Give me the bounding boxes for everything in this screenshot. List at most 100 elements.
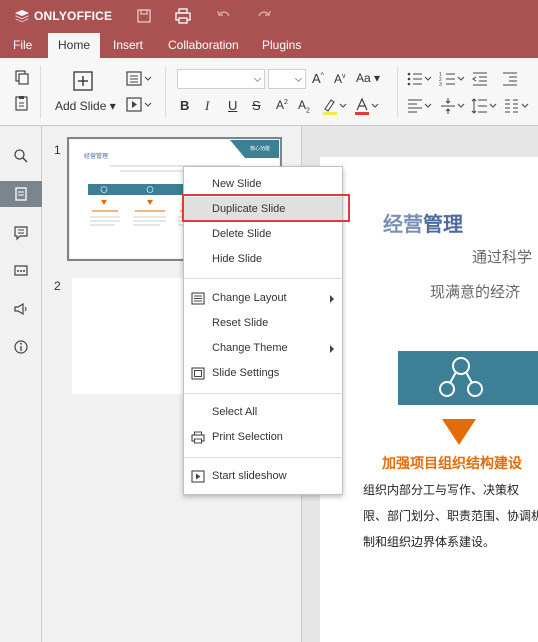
tab-file[interactable]: File — [3, 33, 42, 58]
line-spacing-icon[interactable] — [470, 96, 500, 116]
paste-icon[interactable] — [12, 94, 32, 114]
menu-item-label: Start slideshow — [212, 470, 287, 482]
font-size-combo[interactable] — [268, 69, 306, 89]
menu-item-label: Delete Slide — [212, 228, 272, 240]
print-icon[interactable] — [174, 7, 192, 25]
menu-item-change-theme[interactable]: Change Theme — [184, 336, 342, 361]
section-heading[interactable]: 加强项目组织结构建设 — [382, 453, 522, 473]
highlight-color-icon[interactable] — [320, 96, 350, 116]
subscript-icon[interactable]: A2 — [298, 98, 310, 114]
menu-item-label: Select All — [212, 406, 258, 418]
feedback-icon[interactable] — [0, 296, 42, 322]
app-logo: ONLYOFFICE — [14, 9, 112, 23]
font-name-combo[interactable] — [177, 69, 265, 89]
menu-separator — [184, 278, 342, 279]
vertical-align-icon[interactable] — [438, 96, 468, 116]
copy-icon[interactable] — [12, 68, 32, 88]
menu-item-label: Print Selection — [212, 431, 283, 443]
body-line-2[interactable]: 限、部门划分、职责范围、协调机 — [363, 507, 538, 524]
menu-item-reset-slide[interactable]: Reset Slide — [184, 311, 342, 336]
section-heading-blue: 组织结构建设 — [438, 456, 522, 472]
font-color-icon[interactable] — [352, 96, 382, 116]
org-structure-icon — [439, 357, 483, 397]
onlyoffice-logo-icon — [15, 10, 29, 23]
menu-item-label: Reset Slide — [212, 317, 269, 329]
menu-item-label: Hide Slide — [212, 253, 263, 265]
thumbnail-title: 经营管理 — [84, 152, 108, 160]
thumbnail-tag: 核心功能 — [250, 145, 270, 152]
menu-item-start-slideshow[interactable]: Start slideshow — [184, 464, 342, 489]
slide-title-gray: 经营 — [383, 212, 423, 236]
teal-banner[interactable] — [398, 351, 538, 405]
increase-indent-icon[interactable] — [500, 69, 520, 89]
down-arrow-icon — [442, 419, 476, 445]
underline-icon[interactable]: U — [228, 98, 237, 113]
app-name: ONLYOFFICE — [34, 9, 113, 23]
menu-item-new-slide[interactable]: New Slide — [184, 172, 342, 197]
about-icon[interactable] — [0, 334, 42, 360]
svg-text:3: 3 — [439, 82, 442, 88]
section-heading-orange: 加强项目 — [382, 456, 438, 472]
submenu-arrow-icon — [330, 295, 334, 303]
submenu-arrow-icon — [330, 345, 334, 353]
tab-plugins[interactable]: Plugins — [252, 33, 311, 58]
home-toolbar: Add Slide ▾ A^ Av Aa ▾ B I U S A2 A2 1 2… — [0, 58, 538, 126]
slide-title[interactable]: 经营管理 — [383, 208, 463, 237]
undo-icon[interactable] — [215, 7, 233, 25]
menu-item-label: Slide Settings — [212, 367, 280, 379]
add-slide-icon[interactable] — [72, 70, 94, 92]
strikethrough-icon[interactable]: S — [252, 98, 261, 113]
title-bar: ONLYOFFICE — [0, 0, 538, 33]
menu-item-slide-settings[interactable]: Slide Settings — [184, 361, 342, 386]
add-slide-button[interactable]: Add Slide ▾ — [55, 99, 116, 113]
add-slide-label: Add Slide — [55, 99, 107, 113]
body-line-1[interactable]: 组织内部分工与写作、决策权 — [363, 481, 519, 498]
superscript-icon[interactable]: A2 — [276, 98, 288, 112]
current-slide: 经营管理 通过科学 现满意的经济 加强项目组织结构建设 组织内部分工与写作、决策… — [320, 157, 538, 642]
menu-item-delete-slide[interactable]: Delete Slide — [184, 222, 342, 247]
columns-icon[interactable] — [502, 96, 532, 116]
slide-settings-icon — [191, 367, 205, 380]
bullets-icon[interactable] — [405, 69, 435, 89]
menu-tabs: File Home Insert Collaboration Plugins — [0, 33, 538, 58]
bold-icon[interactable]: B — [180, 98, 189, 113]
menu-item-label: New Slide — [212, 178, 262, 190]
body-line-3[interactable]: 制和组织边界体系建设。 — [363, 533, 495, 550]
search-icon[interactable] — [0, 143, 42, 169]
menu-item-change-layout[interactable]: Change Layout — [184, 286, 342, 311]
menu-item-select-all[interactable]: Select All — [184, 400, 342, 425]
redo-icon[interactable] — [255, 7, 273, 25]
save-icon[interactable] — [135, 7, 153, 25]
menu-separator — [184, 393, 342, 394]
italic-icon[interactable]: I — [205, 98, 209, 114]
comments-icon[interactable] — [0, 220, 42, 246]
slide-subtitle-line-2[interactable]: 现满意的经济 — [430, 281, 520, 302]
slide-context-menu: New Slide Duplicate Slide Delete Slide H… — [183, 166, 343, 495]
align-left-icon[interactable] — [405, 96, 435, 116]
chat-icon[interactable] — [0, 258, 42, 284]
thumbnail-number: 1 — [54, 143, 61, 157]
slides-panel-icon[interactable] — [0, 181, 42, 207]
menu-item-label: Change Layout — [212, 292, 287, 304]
slide-title-blue: 管理 — [423, 212, 463, 236]
layout-icon[interactable] — [125, 69, 155, 89]
numbering-icon[interactable]: 123 — [438, 69, 468, 89]
menu-item-duplicate-slide[interactable]: Duplicate Slide — [184, 197, 342, 222]
slideshow-icon[interactable] — [125, 95, 155, 115]
tab-home[interactable]: Home — [48, 33, 101, 58]
tab-collaboration[interactable]: Collaboration — [158, 33, 249, 58]
left-sidebar — [0, 126, 42, 642]
decrease-indent-icon[interactable] — [470, 69, 490, 89]
layout-icon — [191, 292, 205, 305]
change-case-button[interactable]: Aa ▾ — [356, 71, 380, 85]
print-icon — [191, 431, 205, 444]
slideshow-icon — [191, 470, 205, 483]
menu-item-label: Duplicate Slide — [212, 203, 286, 215]
decrease-font-icon[interactable]: Av — [334, 72, 346, 86]
increase-font-icon[interactable]: A^ — [312, 71, 324, 86]
menu-item-label: Change Theme — [212, 342, 288, 354]
slide-subtitle-line-1[interactable]: 通过科学 — [472, 246, 532, 267]
tab-insert[interactable]: Insert — [103, 33, 153, 58]
menu-item-print-selection[interactable]: Print Selection — [184, 425, 342, 450]
menu-item-hide-slide[interactable]: Hide Slide — [184, 247, 342, 272]
